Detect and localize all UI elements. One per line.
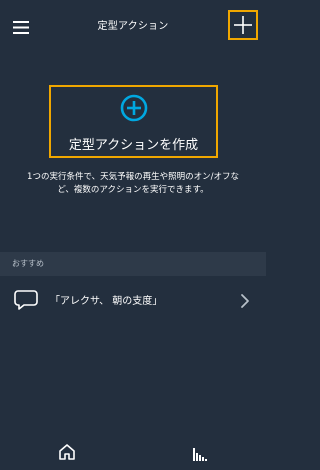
- add-routine-button[interactable]: [228, 10, 258, 40]
- create-routine-button[interactable]: 定型アクションを作成: [49, 85, 218, 158]
- recommended-section-header: おすすめ: [0, 252, 266, 276]
- bottom-navigation: [0, 436, 266, 470]
- routine-description: 1つの実行条件で、天気予報の再生や照明のオン/オフなど、複数のアクションを実行で…: [27, 172, 239, 195]
- app-header: 定型アクション: [0, 0, 266, 52]
- plus-circle-icon: [120, 94, 148, 122]
- chevron-right-icon: [241, 294, 249, 308]
- nav-activity-button[interactable]: [191, 444, 209, 462]
- home-icon: [59, 444, 75, 460]
- speech-bubble-icon: [14, 290, 38, 310]
- create-routine-label: 定型アクションを作成: [68, 138, 199, 153]
- recommended-item-label: 「アレクサ、 朝の支度」: [50, 296, 163, 307]
- plus-icon: [234, 16, 252, 34]
- page-title: 定型アクション: [97, 21, 169, 32]
- recommended-section-label: おすすめ: [12, 259, 44, 268]
- recommended-item-morning-routine[interactable]: 「アレクサ、 朝の支度」: [0, 276, 266, 326]
- activity-bars-icon: [193, 448, 207, 461]
- nav-home-button[interactable]: [57, 442, 77, 462]
